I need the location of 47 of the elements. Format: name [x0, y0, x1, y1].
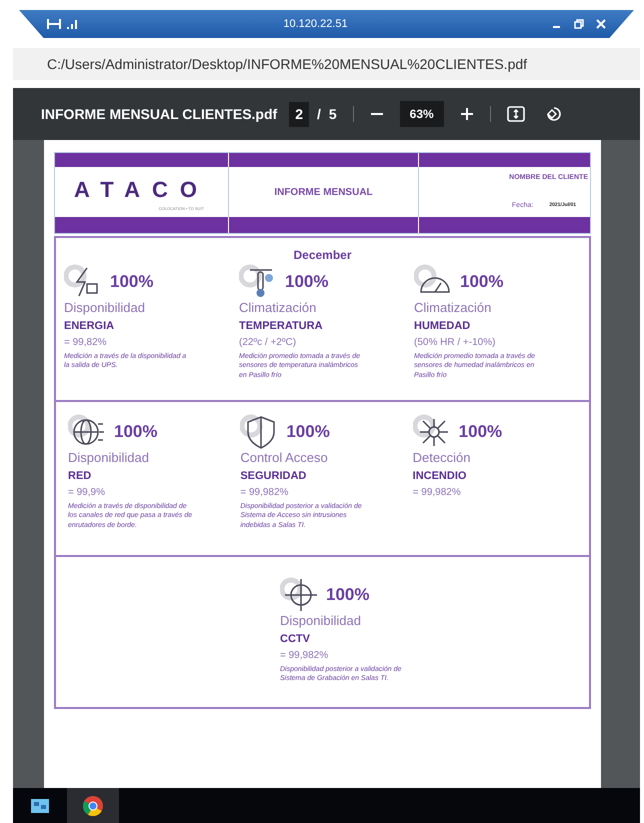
- metric-reading: = 99,82%: [64, 336, 107, 350]
- company-logo: ATACO: [74, 176, 209, 204]
- remote-desktop-icon[interactable]: [31, 798, 49, 812]
- close-icon[interactable]: [596, 19, 606, 29]
- metric-name: HUMEDAD: [414, 319, 470, 334]
- metric-name: CCTV: [280, 632, 310, 648]
- metric-value: 100%: [286, 421, 330, 444]
- metric-category: Climatización: [239, 300, 316, 316]
- metric-category: Control Acceso: [240, 450, 328, 466]
- metric-category: Disponibilidad: [280, 613, 361, 630]
- metric-value: 100%: [114, 421, 158, 444]
- metric-name: ENERGIA: [64, 319, 114, 334]
- metric-value: 100%: [110, 271, 154, 294]
- signal-icon: [67, 19, 79, 29]
- metric-value: 100%: [460, 271, 504, 294]
- month-heading: December: [293, 247, 352, 264]
- metric-reading: = 99,982%: [240, 486, 288, 500]
- metric-name: SEGURIDAD: [240, 469, 306, 484]
- metric-category: Climatización: [414, 300, 492, 316]
- metric-category: Disponibilidad: [64, 300, 145, 316]
- restore-icon[interactable]: [574, 19, 584, 29]
- metric-reading: (22ºc / +2ºC): [239, 336, 296, 350]
- metric-reading: (50% HR / +-10%): [414, 336, 496, 350]
- metric-category: Detección: [412, 450, 470, 466]
- page-field[interactable]: 2: [289, 102, 309, 126]
- zoom-field[interactable]: 63%: [400, 101, 444, 127]
- metric-name: INCENDIO: [412, 469, 466, 484]
- zoom-in-icon[interactable]: [460, 107, 474, 121]
- metric-name: RED: [68, 469, 92, 484]
- fit-page-icon[interactable]: [506, 106, 525, 122]
- file-name: INFORME MENSUAL CLIENTES.pdf: [41, 104, 278, 124]
- metric-name: TEMPERATURA: [239, 319, 323, 334]
- metric-value: 100%: [458, 421, 502, 444]
- metric-reading: = 99,982%: [412, 486, 461, 500]
- metric-category: Disponibilidad: [68, 450, 149, 466]
- window-title: 10.120.22.51: [282, 16, 349, 32]
- address-bar[interactable]: C:/Users/Administrator/Desktop/INFORME%20MENSUAL%20CLIENTES.pdf: [13, 48, 640, 80]
- browser-taskbar-button[interactable]: [67, 788, 119, 823]
- metric-value: 100%: [285, 271, 328, 294]
- rotate-icon[interactable]: [544, 105, 563, 123]
- metric-value: 100%: [326, 584, 370, 606]
- browser-icon: [82, 794, 104, 816]
- page-count: 5: [328, 104, 337, 124]
- report-title: INFORME MENSUAL: [274, 186, 373, 200]
- metric-reading: = 99,982%: [280, 648, 328, 663]
- metric-reading: = 99,9%: [68, 486, 105, 500]
- page-separator: /: [316, 104, 321, 124]
